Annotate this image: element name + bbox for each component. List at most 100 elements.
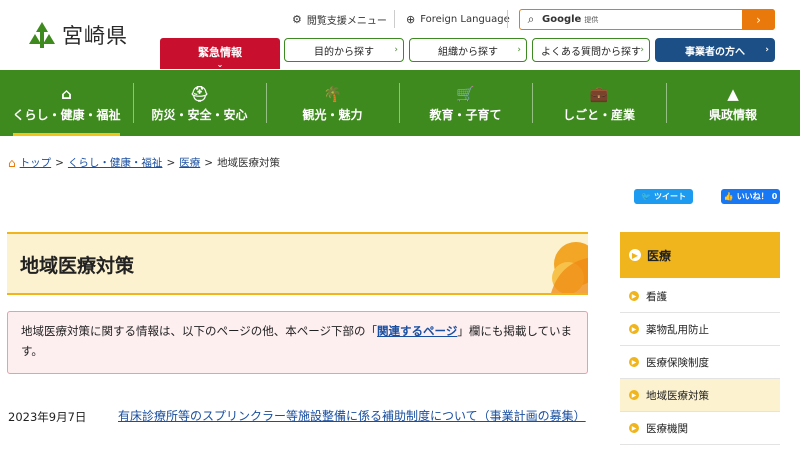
sidebar-item-label: 医療機関: [646, 422, 688, 435]
news-date: 2023年9月7日: [8, 410, 87, 424]
sidebar-item-medical-insurance[interactable]: ▶ 医療保険制度: [620, 346, 780, 379]
breadcrumb: ⌂ トップ > くらし・健康・福祉 > 医療 > 地域医療対策: [8, 155, 280, 170]
like-count: 0: [771, 192, 778, 201]
like-label: いいね！: [736, 192, 769, 201]
prefecture-emblem-icon: [29, 22, 55, 48]
divider: [394, 10, 395, 28]
site-logo-text: 宮崎県: [62, 24, 128, 48]
nav-item-prefectural-government[interactable]: ▲ 県政情報: [666, 70, 800, 136]
nav-item-work-industry[interactable]: 💼 しごと・産業: [532, 70, 666, 136]
chevron-right-icon: ▶: [629, 423, 639, 433]
site-search: ⌕ Google 提供 ›: [519, 9, 775, 30]
stroller-icon: 🛒: [456, 85, 475, 103]
emergency-info-label: 緊急情報: [198, 46, 242, 59]
sidebar-item-regional-medical[interactable]: ▶ 地域医療対策: [620, 379, 780, 412]
notice-box: 地域医療対策に関する情報は、以下のページの他、本ページ下部の「関連するページ」欄…: [7, 311, 588, 374]
page-title: 地域医療対策: [20, 255, 135, 277]
nav-divider: [133, 83, 134, 123]
first-aid-icon: ⛑: [189, 85, 210, 103]
global-nav: ⌂ くらし・健康・福祉 ⛑ 防災・安全・安心 🌴 観光・魅力 🛒 教育・子育て …: [0, 70, 800, 136]
breadcrumb-separator: >: [166, 156, 176, 169]
nav-item-label: 県政情報: [708, 108, 757, 122]
by-purpose-label: 目的から探す: [314, 46, 374, 58]
sidebar-item-label: 地域医療対策: [646, 389, 709, 402]
sidebar-item-label: 医療保険制度: [646, 356, 709, 369]
emergency-info-button[interactable]: 緊急情報 ⌄: [160, 38, 280, 69]
sidebar-item-label: 看護: [646, 290, 667, 303]
breadcrumb-link-life[interactable]: くらし・健康・福祉: [68, 155, 163, 170]
breadcrumb-separator: >: [55, 156, 64, 169]
sidebar-item-medical-institutions[interactable]: ▶ 医療機関: [620, 412, 780, 445]
nav-item-label: くらし・健康・福祉: [12, 108, 121, 122]
site-header: 宮崎県 ⚙ 閲覧支援メニュー ⊕ Foreign Language ⌕ Goog…: [0, 0, 800, 70]
briefcase-icon: 💼: [589, 85, 609, 103]
sidebar: ▶ 医療 ▶ 看護 ▶ 薬物乱用防止 ▶ 医療保険制度 ▶ 地域医療対策 ▶ 医…: [620, 232, 780, 445]
reading-support-menu[interactable]: ⚙ 閲覧支援メニュー: [292, 10, 387, 28]
nav-divider: [266, 83, 267, 123]
gear-icon: ⚙: [292, 12, 302, 26]
by-purpose-button[interactable]: 目的から探す ›: [284, 38, 404, 62]
breadcrumb-current: 地域医療対策: [217, 157, 281, 169]
foreign-language-menu[interactable]: ⊕ Foreign Language: [406, 10, 510, 28]
search-provider: Google: [542, 14, 582, 25]
chevron-right-icon: ›: [394, 45, 398, 55]
sidebar-heading[interactable]: ▶ 医療: [620, 232, 780, 278]
search-icon: ⌕: [527, 12, 535, 26]
faq-label: よくある質問から探す: [541, 46, 641, 58]
tweet-label: ツイート: [653, 192, 686, 201]
by-organization-label: 組織から探す: [438, 46, 498, 58]
sidebar-heading-label: 医療: [647, 248, 672, 263]
breadcrumb-link-medical[interactable]: 医療: [179, 155, 200, 170]
nav-item-tourism[interactable]: 🌴 観光・魅力: [266, 70, 399, 136]
divider: [507, 10, 508, 28]
facebook-like-button[interactable]: 👍 いいね！ 0: [721, 189, 780, 204]
thumbs-up-icon: 👍: [723, 192, 734, 201]
site-logo[interactable]: 宮崎県: [26, 20, 128, 50]
notice-text: 地域医療対策に関する情報は、以下のページの他、本ページ下部の「: [21, 324, 378, 338]
nav-item-label: 教育・子育て: [429, 108, 502, 122]
reading-support-label: 閲覧支援メニュー: [306, 15, 387, 27]
chevron-right-icon: ▶: [629, 324, 639, 334]
by-organization-button[interactable]: 組織から探す ›: [409, 38, 527, 62]
search-button[interactable]: ›: [742, 9, 775, 30]
chevron-right-icon: ›: [765, 45, 769, 55]
chevron-right-icon: ›: [756, 12, 761, 27]
chevron-right-icon: ▶: [629, 249, 641, 261]
sidebar-item-drug-abuse-prevention[interactable]: ▶ 薬物乱用防止: [620, 313, 780, 346]
business-button[interactable]: 事業者の方へ ›: [655, 38, 775, 62]
nav-item-disaster-safety[interactable]: ⛑ 防災・安全・安心: [133, 70, 266, 136]
chevron-right-icon: ›: [517, 45, 521, 55]
search-provider-sub: 提供: [584, 15, 599, 24]
sidebar-item-nursing[interactable]: ▶ 看護: [620, 280, 780, 313]
chevron-right-icon: ▶: [629, 291, 639, 301]
globe-icon: ⊕: [406, 12, 416, 26]
chevron-right-icon: ›: [640, 45, 644, 55]
twitter-bird-icon: 🐦: [641, 192, 651, 201]
foreign-language-label: Foreign Language: [420, 13, 510, 25]
nav-divider: [399, 83, 400, 123]
nav-item-label: 防災・安全・安心: [151, 108, 248, 122]
chevron-right-icon: ▶: [629, 357, 639, 367]
nav-item-label: しごと・産業: [562, 108, 635, 122]
prefecture-emblem-icon: ▲: [727, 85, 739, 103]
nav-divider: [666, 83, 667, 123]
nav-divider: [532, 83, 533, 123]
business-label: 事業者の方へ: [685, 46, 745, 58]
breadcrumb-separator: >: [204, 156, 214, 169]
chevron-down-icon: ⌄: [216, 60, 224, 69]
home-icon: ⌂: [8, 155, 16, 170]
palm-tree-icon: 🌴: [323, 85, 342, 103]
sidebar-item-label: 薬物乱用防止: [646, 323, 709, 336]
page-title-box: 地域医療対策: [7, 232, 588, 295]
nav-item-label: 観光・魅力: [302, 108, 363, 122]
faq-button[interactable]: よくある質問から探す ›: [532, 38, 650, 62]
tweet-button[interactable]: 🐦 ツイート: [634, 189, 693, 204]
title-decoration-icon: [551, 242, 588, 293]
home-icon: ⌂: [61, 85, 72, 103]
breadcrumb-link-top[interactable]: トップ: [20, 155, 52, 170]
related-pages-link[interactable]: 関連するページ: [377, 324, 457, 338]
chevron-right-icon: ▶: [629, 390, 639, 400]
nav-item-education-childcare[interactable]: 🛒 教育・子育て: [399, 70, 532, 136]
nav-item-life-health-welfare[interactable]: ⌂ くらし・健康・福祉: [0, 70, 133, 136]
news-link[interactable]: 有床診療所等のスプリンクラー等施設整備に係る補助制度について（事業計画の募集）: [118, 407, 588, 426]
